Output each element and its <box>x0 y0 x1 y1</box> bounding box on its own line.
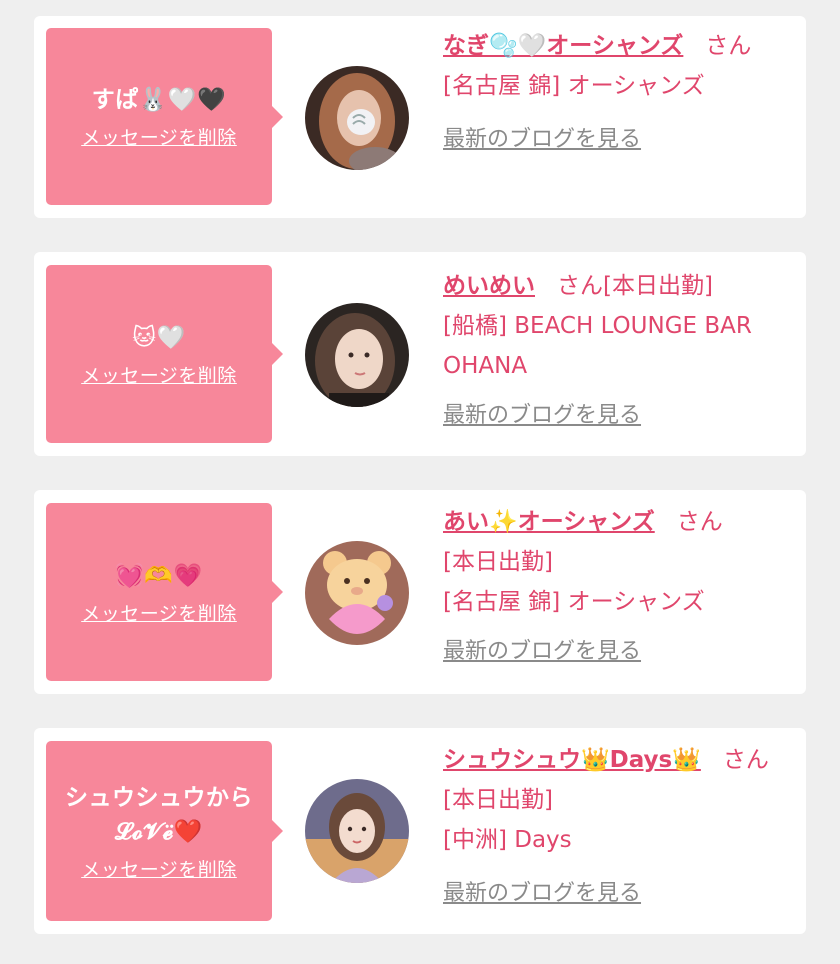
avatar[interactable] <box>305 541 409 645</box>
cast-name-link[interactable]: あい✨オーシャンズ <box>443 509 655 535</box>
delete-message-link[interactable]: メッセージを削除 <box>81 599 237 626</box>
delete-message-link[interactable]: メッセージを削除 <box>81 361 237 388</box>
message-text: すぱ🐰🤍🖤 <box>91 87 227 113</box>
latest-blog-link[interactable]: 最新のブログを見る <box>443 396 641 436</box>
cast-info: めいめい さん[本日出勤] [船橋] BEACH LOUNGE BAR OHANA… <box>443 266 783 436</box>
shop-label: [名古屋 錦] オーシャンズ <box>443 589 705 615</box>
attendance-status: [本日出勤] <box>603 273 713 299</box>
message-bubble: 💓🫶💗 メッセージを削除 <box>46 503 283 681</box>
honorific: さん <box>722 747 769 773</box>
cast-name-link[interactable]: めいめい <box>443 273 535 299</box>
avatar[interactable] <box>305 66 409 170</box>
message-card: すぱ🐰🤍🖤 メッセージを削除 なぎ🫧🤍オーシャンズ さん [名古屋 錦] オーシャ… <box>34 16 806 218</box>
message-text-line2: 𝓛𝓸𝓥𝓮̈❤️ <box>115 818 203 845</box>
cast-info: あい✨オーシャンズ さん [本日出勤] [名古屋 錦] オーシャンズ 最新のブログ… <box>443 502 783 672</box>
message-text: シュウシュウから <box>65 784 253 811</box>
avatar[interactable] <box>305 779 409 883</box>
attendance-status: [本日出勤] <box>443 549 553 575</box>
delete-message-link[interactable]: メッセージを削除 <box>81 123 237 150</box>
message-text: 🐱🤍 <box>132 324 186 351</box>
honorific: さん <box>557 273 603 299</box>
message-list: すぱ🐰🤍🖤 メッセージを削除 なぎ🫧🤍オーシャンズ さん [名古屋 錦] オーシャ… <box>0 0 840 964</box>
message-card: 🐱🤍 メッセージを削除 めいめい さん[本日出勤] [船橋] BEACH LOUN… <box>34 252 806 456</box>
delete-message-link[interactable]: メッセージを削除 <box>81 855 237 882</box>
honorific: さん <box>676 509 723 535</box>
cast-info: なぎ🫧🤍オーシャンズ さん [名古屋 錦] オーシャンズ 最新のブログを見る <box>443 26 783 160</box>
message-bubble: シュウシュウから 𝓛𝓸𝓥𝓮̈❤️ メッセージを削除 <box>46 741 283 921</box>
shop-label: [中洲] Days <box>443 827 572 853</box>
message-card: シュウシュウから 𝓛𝓸𝓥𝓮̈❤️ メッセージを削除 シュウシュウ👑Days👑 さん… <box>34 728 806 934</box>
honorific: さん <box>705 33 752 59</box>
cast-name-link[interactable]: シュウシュウ👑Days👑 <box>443 747 701 773</box>
latest-blog-link[interactable]: 最新のブログを見る <box>443 120 641 160</box>
shop-label: [名古屋 錦] オーシャンズ <box>443 73 705 99</box>
shop-label: [船橋] BEACH LOUNGE BAR OHANA <box>443 313 752 379</box>
cast-name-link[interactable]: なぎ🫧🤍オーシャンズ <box>443 33 683 59</box>
cast-info: シュウシュウ👑Days👑 さん [本日出勤] [中洲] Days 最新のブログを見る <box>443 740 783 914</box>
message-text: 💓🫶💗 <box>115 562 203 589</box>
message-bubble: 🐱🤍 メッセージを削除 <box>46 265 283 443</box>
latest-blog-link[interactable]: 最新のブログを見る <box>443 632 641 672</box>
attendance-status: [本日出勤] <box>443 787 553 813</box>
message-bubble: すぱ🐰🤍🖤 メッセージを削除 <box>46 28 283 205</box>
latest-blog-link[interactable]: 最新のブログを見る <box>443 874 641 914</box>
message-card: 💓🫶💗 メッセージを削除 あい✨オーシャンズ さん [本日出勤] [名古屋 錦] … <box>34 490 806 694</box>
avatar[interactable] <box>305 303 409 407</box>
